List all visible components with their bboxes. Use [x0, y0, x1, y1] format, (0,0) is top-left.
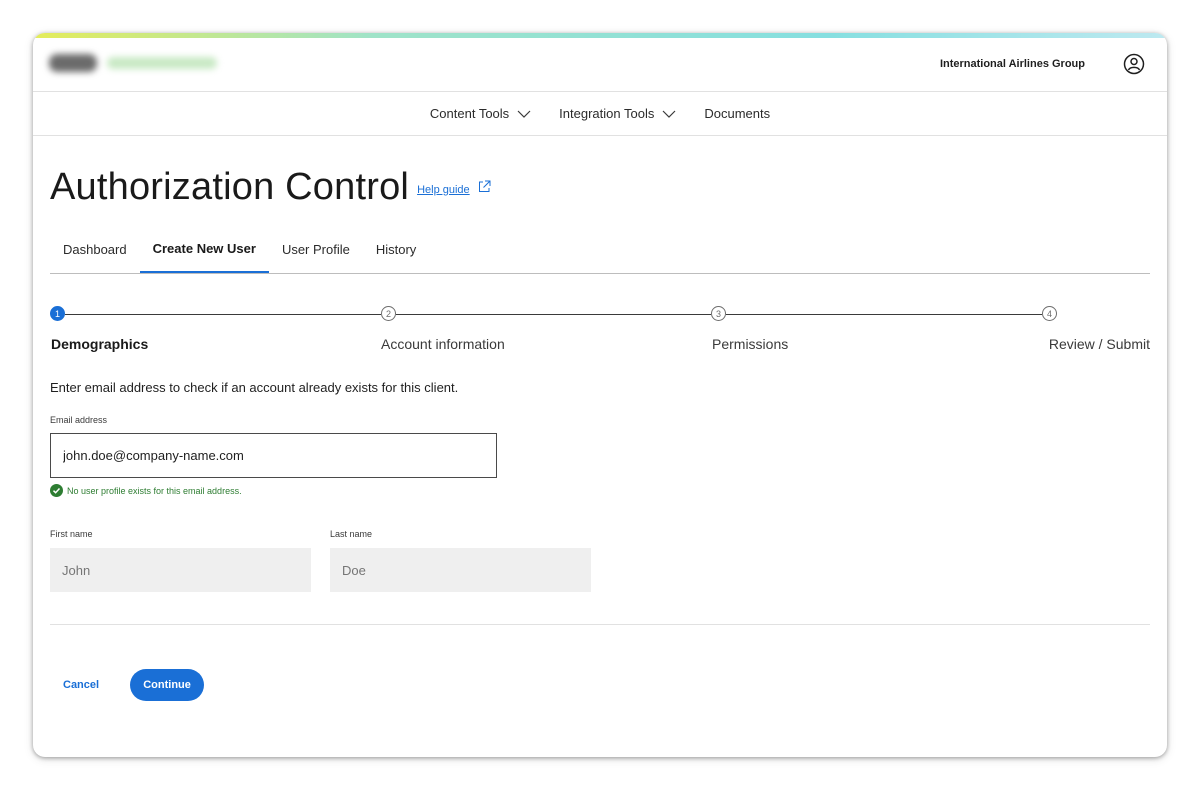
title-row: Authorization Control Help guide [50, 166, 1150, 210]
brand-logo[interactable] [49, 54, 217, 72]
email-label: Email address [50, 415, 108, 425]
form-actions: Cancel Continue [50, 669, 1150, 701]
step-3-label: Permissions [712, 336, 789, 352]
step-1-label: Demographics [51, 336, 149, 352]
logo-text [107, 57, 217, 69]
first-name-group: First name [50, 529, 311, 592]
email-input[interactable] [50, 433, 497, 478]
page-title: Authorization Control [50, 166, 410, 208]
main-content: Authorization Control Help guide Dashboa… [33, 166, 1167, 701]
chevron-down-icon [517, 110, 531, 118]
nav-content-tools[interactable]: Content Tools [430, 106, 531, 121]
nav-item-label: Integration Tools [559, 106, 655, 121]
form-instruction: Enter email address to check if an accou… [50, 380, 459, 395]
nav-item-label: Documents [704, 106, 771, 121]
top-bar: International Airlines Group [33, 38, 1167, 92]
form-divider [50, 624, 1150, 625]
logo-mark [49, 54, 97, 72]
name-fields-row: First name Last name [50, 529, 1150, 592]
email-validation-message: No user profile exists for this email ad… [50, 484, 1150, 497]
step-connector [396, 313, 711, 315]
progress-stepper: 1 2 3 4 [50, 306, 1150, 322]
tab-bar: Dashboard Create New User User Profile H… [50, 226, 1150, 274]
tab-history[interactable]: History [363, 226, 429, 273]
organization-name: International Airlines Group [939, 58, 1085, 70]
help-guide-link[interactable]: Help guide [417, 184, 470, 196]
step-connector [726, 313, 1042, 315]
app-window: International Airlines Group Content Too… [33, 33, 1167, 757]
tab-dashboard[interactable]: Dashboard [50, 226, 140, 273]
external-link-icon[interactable] [478, 180, 491, 193]
stepper-labels: Demographics Account information Permiss… [50, 336, 1150, 358]
tab-create-new-user[interactable]: Create New User [139, 226, 269, 273]
nav-integration-tools[interactable]: Integration Tools [559, 106, 676, 121]
step-2-label: Account information [381, 336, 505, 352]
step-connector [65, 313, 381, 315]
last-name-input [330, 548, 591, 592]
step-1-indicator: 1 [50, 306, 65, 321]
first-name-label: First name [50, 529, 93, 539]
nav-item-label: Content Tools [429, 106, 510, 121]
cancel-button[interactable]: Cancel [50, 679, 112, 691]
continue-button[interactable]: Continue [130, 669, 205, 701]
tab-user-profile[interactable]: User Profile [269, 226, 363, 273]
first-name-input [50, 548, 311, 592]
step-2-indicator: 2 [381, 306, 396, 321]
user-circle-icon[interactable] [1123, 53, 1145, 75]
step-4-indicator: 4 [1042, 306, 1057, 321]
last-name-label: Last name [330, 529, 373, 539]
nav-documents[interactable]: Documents [704, 106, 770, 121]
step-3-indicator: 3 [711, 306, 726, 321]
last-name-group: Last name [330, 529, 591, 592]
main-nav: Content Tools Integration Tools Document… [33, 92, 1167, 136]
step-4-label: Review / Submit [1048, 336, 1150, 352]
chevron-down-icon [662, 110, 676, 118]
check-circle-icon [50, 484, 63, 497]
validation-text: No user profile exists for this email ad… [67, 485, 242, 496]
